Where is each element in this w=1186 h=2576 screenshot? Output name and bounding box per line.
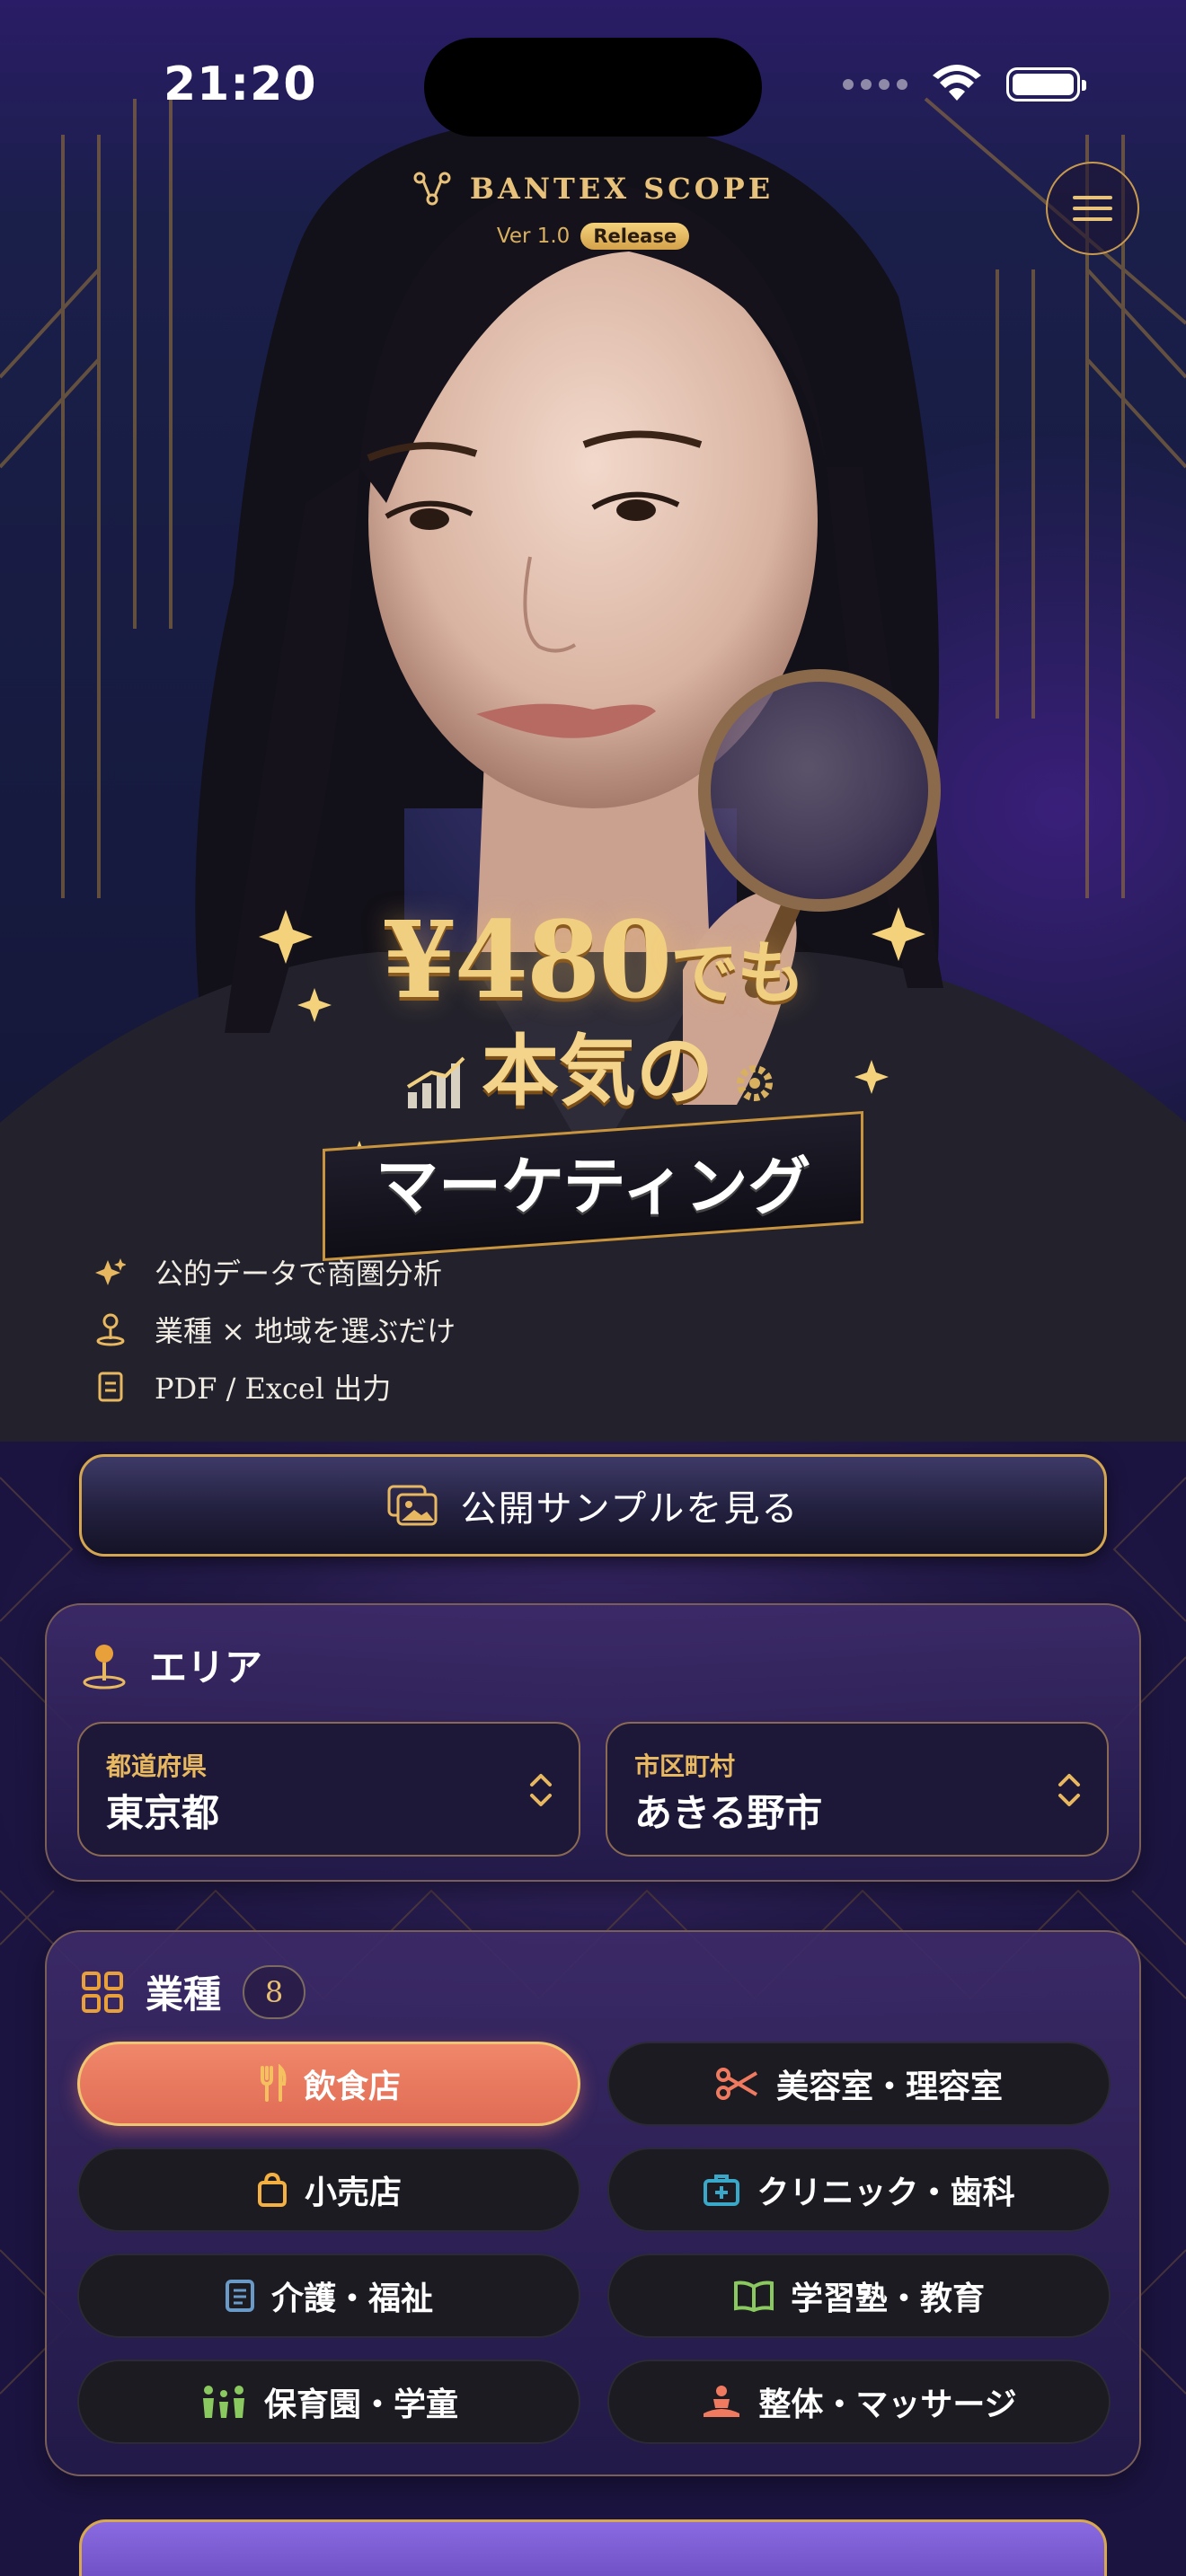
feature-list: 公的データで商圏分析 業種 × 地域を選ぶだけ PDF / Excel 出力 [93, 1243, 456, 1416]
battery-icon [1006, 67, 1086, 101]
gallery-icon [387, 1485, 438, 1526]
meditation-icon [704, 2386, 740, 2417]
medical-kit-icon [704, 2175, 740, 2206]
people-icon [202, 2386, 244, 2418]
industry-chip-label: 小売店 [304, 2174, 402, 2211]
industry-chip-care[interactable]: 介護・福祉 [77, 2254, 580, 2338]
dynamic-island [424, 38, 762, 137]
status-time: 21:20 [164, 57, 317, 111]
industry-chip-label: クリニック・歯科 [757, 2174, 1015, 2211]
menu-button[interactable] [1046, 162, 1139, 255]
area-title: エリア [149, 1645, 263, 1689]
fork-knife-icon [260, 2064, 287, 2102]
view-sample-button[interactable]: 公開サンプルを見る [79, 1454, 1107, 1557]
hamburger-menu-icon [1073, 196, 1112, 221]
industry-chip-nursery[interactable]: 保育園・学童 [77, 2360, 580, 2444]
feature-item: PDF / Excel 出力 [93, 1358, 456, 1416]
brand-logo-icon [413, 172, 451, 206]
chevron-up-down-icon [530, 1774, 552, 1806]
document-icon [93, 1370, 128, 1404]
version-label: Ver 1.0 [496, 225, 571, 248]
view-sample-label: 公開サンプルを見る [460, 1488, 800, 1530]
wifi-icon [933, 65, 981, 101]
industry-title: 業種 [146, 1972, 222, 2016]
map-pin-icon [93, 1312, 128, 1346]
brand-name: BANTEX SCOPE [469, 172, 774, 206]
industry-chip-restaurant[interactable]: 飲食店 [77, 2042, 580, 2126]
headline-ribbon-text: マーケティング [375, 1149, 811, 1223]
open-book-icon [733, 2280, 774, 2312]
release-badge: Release [580, 223, 690, 250]
primary-action-button[interactable] [79, 2519, 1107, 2576]
industry-chip-massage[interactable]: 整体・マッサージ [607, 2360, 1111, 2444]
sparkle-icon [93, 1255, 128, 1289]
industry-chip-label: 飲食店 [303, 2068, 401, 2105]
industry-chip-label: 学習塾・教育 [790, 2280, 985, 2317]
industry-chip-salon[interactable]: 美容室・理容室 [607, 2042, 1111, 2126]
hero-headline: ¥480でも 本気の マーケティング [0, 907, 1186, 1262]
industry-card-header: 業種 8 [81, 1964, 306, 2019]
gear-icon [737, 1065, 773, 1101]
city-select[interactable]: 市区町村 あきる野市 [606, 1722, 1109, 1857]
industry-chip-label: 美容室・理容室 [775, 2068, 1003, 2105]
industry-count-badge: 8 [243, 1964, 306, 2019]
chevron-up-down-icon [1058, 1774, 1080, 1806]
shopping-bag-icon [257, 2172, 287, 2207]
prefecture-select[interactable]: 都道府県 東京都 [77, 1722, 580, 1857]
industry-chip-clinic[interactable]: クリニック・歯科 [607, 2148, 1111, 2232]
brand-header: BANTEX SCOPE Ver 1.0 Release [0, 171, 1186, 250]
growth-chart-icon [406, 1056, 465, 1108]
industry-chip-label: 介護・福祉 [270, 2280, 433, 2317]
headline-ribbon: マーケティング [322, 1110, 864, 1262]
location-pin-icon [83, 1644, 126, 1689]
headline-price-suffix: でも [670, 933, 805, 1013]
area-card-header: エリア [81, 1637, 262, 1692]
city-value: あきる野市 [634, 1791, 823, 1835]
prefecture-label: 都道府県 [106, 1751, 208, 1781]
headline-price: ¥480 [382, 897, 672, 1022]
feature-text: PDF / Excel 出力 [155, 1372, 392, 1406]
city-label: 市区町村 [634, 1751, 736, 1781]
industry-card: 業種 8 飲食店 美容室・理容室 小売店 クリニック・歯科 介護・福祉 学習塾・… [45, 1930, 1141, 2476]
industry-chip-label: 保育園・学童 [263, 2386, 458, 2423]
industry-chip-retail[interactable]: 小売店 [77, 2148, 580, 2232]
search-panel: 公開サンプルを見る エリア 都道府県 東京都 市区町村 あきる野市 業種 8 飲… [0, 1442, 1186, 2576]
status-icons [843, 65, 1086, 104]
hero-section: 21:20 BANTEX SCOPE Ver 1.0 Release ¥480で… [0, 0, 1186, 1442]
feature-text: 公的データで商圏分析 [155, 1257, 443, 1291]
feature-item: 公的データで商圏分析 [93, 1243, 456, 1301]
prefecture-value: 東京都 [106, 1791, 220, 1835]
scissors-icon [715, 2068, 758, 2100]
headline-line2: 本気の [482, 1026, 713, 1116]
care-list-icon [225, 2280, 254, 2312]
cellular-signal-icon [843, 79, 907, 90]
feature-text: 業種 × 地域を選ぶだけ [155, 1314, 456, 1348]
grid-icon [82, 1971, 123, 2013]
feature-item: 業種 × 地域を選ぶだけ [93, 1301, 456, 1358]
area-card: エリア 都道府県 東京都 市区町村 あきる野市 [45, 1603, 1141, 1882]
industry-chip-label: 整体・マッサージ [758, 2386, 1017, 2423]
industry-grid: 飲食店 美容室・理容室 小売店 クリニック・歯科 介護・福祉 学習塾・教育 保育… [77, 2042, 1112, 2444]
industry-chip-education[interactable]: 学習塾・教育 [607, 2254, 1111, 2338]
